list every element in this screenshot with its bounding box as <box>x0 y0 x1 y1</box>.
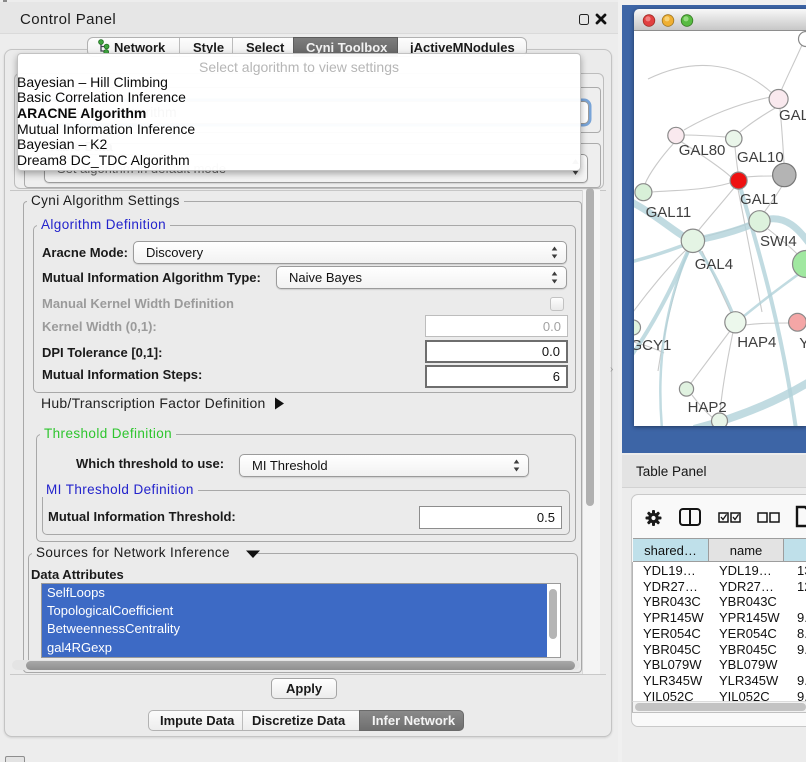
svg-text:GAL11: GAL11 <box>646 204 692 221</box>
svg-text:GCY1: GCY1 <box>634 337 671 354</box>
svg-text:GAL80: GAL80 <box>679 142 726 159</box>
svg-text:HAP4: HAP4 <box>737 334 776 351</box>
svg-text:GAL4: GAL4 <box>695 256 733 273</box>
svg-text:GAL10: GAL10 <box>737 149 784 166</box>
svg-text:SWI4: SWI4 <box>760 233 797 250</box>
svg-text:HAP2: HAP2 <box>688 399 727 416</box>
svg-text:GAL1: GAL1 <box>740 191 778 208</box>
svg-text:Y: Y <box>799 335 806 352</box>
svg-text:GAL7: GAL7 <box>779 107 806 124</box>
